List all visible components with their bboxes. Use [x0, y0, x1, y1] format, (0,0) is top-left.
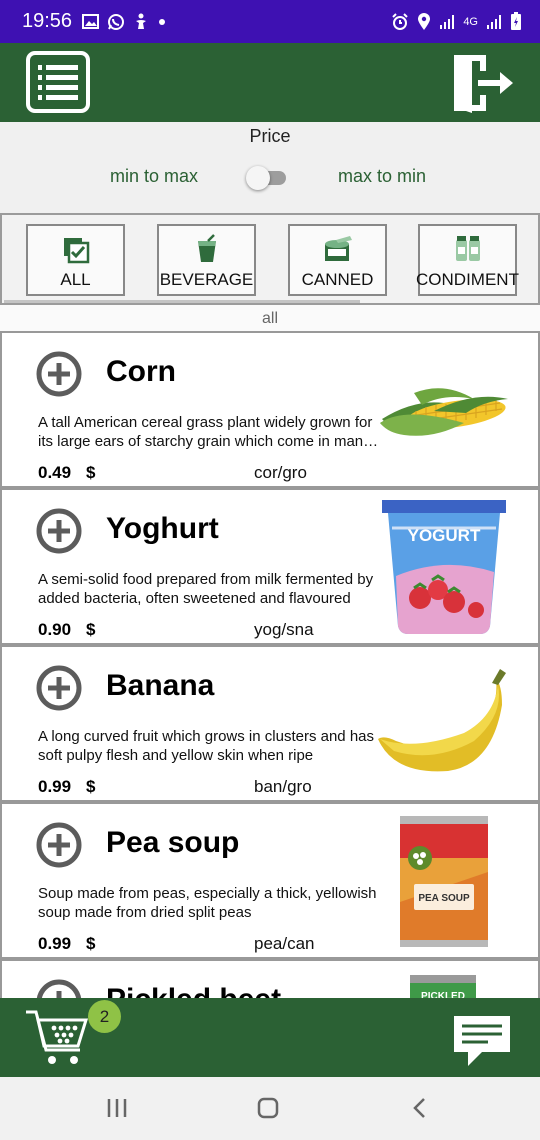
product-currency: $: [86, 777, 96, 796]
product-name: Pickled beet: [106, 983, 281, 999]
yogurt-label: YOGURT: [408, 526, 481, 545]
app-bar: [0, 43, 540, 122]
cart-count-badge: 2: [88, 1000, 121, 1033]
pea-soup-label: PEA SOUP: [418, 893, 470, 904]
app-screen: 19:56 4G Price min to max max to min ALL…: [0, 0, 540, 1140]
back-icon[interactable]: [410, 1095, 428, 1121]
image-icon: [82, 14, 100, 29]
product-code: cor/gro: [254, 463, 307, 482]
canned-food-icon: [324, 236, 352, 261]
chat-icon: [454, 1016, 510, 1066]
add-to-cart-icon[interactable]: [36, 665, 82, 711]
product-description: Soup made from peas, especially a thick,…: [38, 885, 377, 921]
product-card[interactable]: Corn A tall American cereal grass plant …: [0, 331, 540, 488]
product-name: Pea soup: [106, 826, 240, 859]
list-menu-button[interactable]: [26, 51, 90, 113]
signal-icon: [487, 14, 501, 29]
system-nav-bar: [0, 1077, 540, 1140]
product-name: Banana: [106, 669, 215, 702]
product-description: A semi-solid food prepared from milk fer…: [38, 571, 374, 607]
product-description: A tall American cereal grass plant widel…: [38, 414, 373, 450]
product-description: A long curved fruit which grows in clust…: [38, 728, 374, 764]
product-card[interactable]: Banana A long curved fruit which grows i…: [0, 645, 540, 802]
home-icon[interactable]: [256, 1095, 280, 1121]
product-list[interactable]: Corn A tall American cereal grass plant …: [0, 331, 540, 999]
product-currency: $: [86, 934, 96, 953]
battery-icon: [511, 12, 521, 30]
product-price: 0.49: [38, 463, 72, 482]
product-code: yog/sna: [254, 620, 314, 639]
product-code: pea/can: [254, 934, 315, 953]
status-time: 19:56: [22, 10, 73, 32]
price-title: Price: [249, 126, 291, 146]
product-currency: $: [86, 463, 96, 482]
product-name: Corn: [106, 355, 176, 388]
category-canned-button[interactable]: CANNED: [288, 224, 387, 296]
pickled-jar-image: PICKLED: [410, 975, 476, 999]
price-sort-panel: Price min to max max to min: [0, 122, 540, 214]
category-label: ALL: [60, 270, 91, 289]
network-type: 4G: [463, 15, 478, 28]
logout-button[interactable]: [446, 51, 516, 115]
status-bar: 19:56 4G: [0, 0, 540, 43]
pea-soup-can-image: PEA SOUP: [400, 816, 488, 947]
category-label: BEVERAGE: [159, 270, 254, 289]
bottom-bar: 2: [0, 998, 540, 1077]
product-price: 0.99: [38, 934, 72, 953]
add-to-cart-icon[interactable]: [36, 822, 82, 868]
product-card[interactable]: Yoghurt A semi-solid food prepared from …: [0, 488, 540, 645]
category-scrollbar[interactable]: [4, 300, 360, 303]
category-beverage-button[interactable]: BEVERAGE: [157, 224, 256, 296]
sort-min-to-max-label: min to max: [110, 166, 199, 186]
add-to-cart-icon[interactable]: [36, 979, 82, 999]
alarm-icon: [392, 12, 409, 30]
whatsapp-icon: [108, 13, 125, 30]
dot-icon: [159, 18, 166, 25]
drink-icon: [197, 234, 216, 262]
category-label: CANNED: [301, 270, 374, 289]
banana-image: [378, 669, 506, 772]
accessibility-icon: [136, 13, 147, 29]
category-condiment-button[interactable]: CONDIMENT: [416, 224, 519, 296]
recent-apps-icon[interactable]: [107, 1095, 127, 1121]
product-card[interactable]: Pea soup Soup made from peas, especially…: [0, 802, 540, 959]
product-card[interactable]: Pickled beet PICKLED: [0, 959, 540, 999]
price-sort-toggle[interactable]: [246, 166, 286, 190]
cart-button[interactable]: [24, 1008, 94, 1070]
add-to-cart-icon[interactable]: [36, 508, 82, 554]
product-price: 0.99: [38, 777, 72, 796]
signal-icon: [440, 14, 455, 29]
chat-button[interactable]: [452, 1014, 512, 1068]
checkbox-stack-icon: [63, 238, 89, 264]
active-filter-label: all: [261, 310, 278, 327]
logout-icon: [454, 55, 513, 113]
product-code: ban/gro: [254, 777, 312, 796]
category-label: CONDIMENT: [416, 270, 519, 289]
category-bar[interactable]: ALL BEVERAGE CANNED CONDIMENT: [0, 213, 540, 305]
product-name: Yoghurt: [106, 512, 219, 545]
product-currency: $: [86, 620, 96, 639]
shopping-cart-icon: [26, 1010, 89, 1064]
yogurt-image: YOGURT: [382, 500, 506, 634]
sort-max-to-min-label: max to min: [338, 166, 427, 186]
add-to-cart-icon[interactable]: [36, 351, 82, 397]
product-price: 0.90: [38, 620, 72, 639]
corn-image: [380, 388, 508, 436]
salt-pepper-icon: [455, 236, 480, 261]
category-all-button[interactable]: ALL: [26, 224, 125, 296]
location-icon: [418, 12, 431, 30]
